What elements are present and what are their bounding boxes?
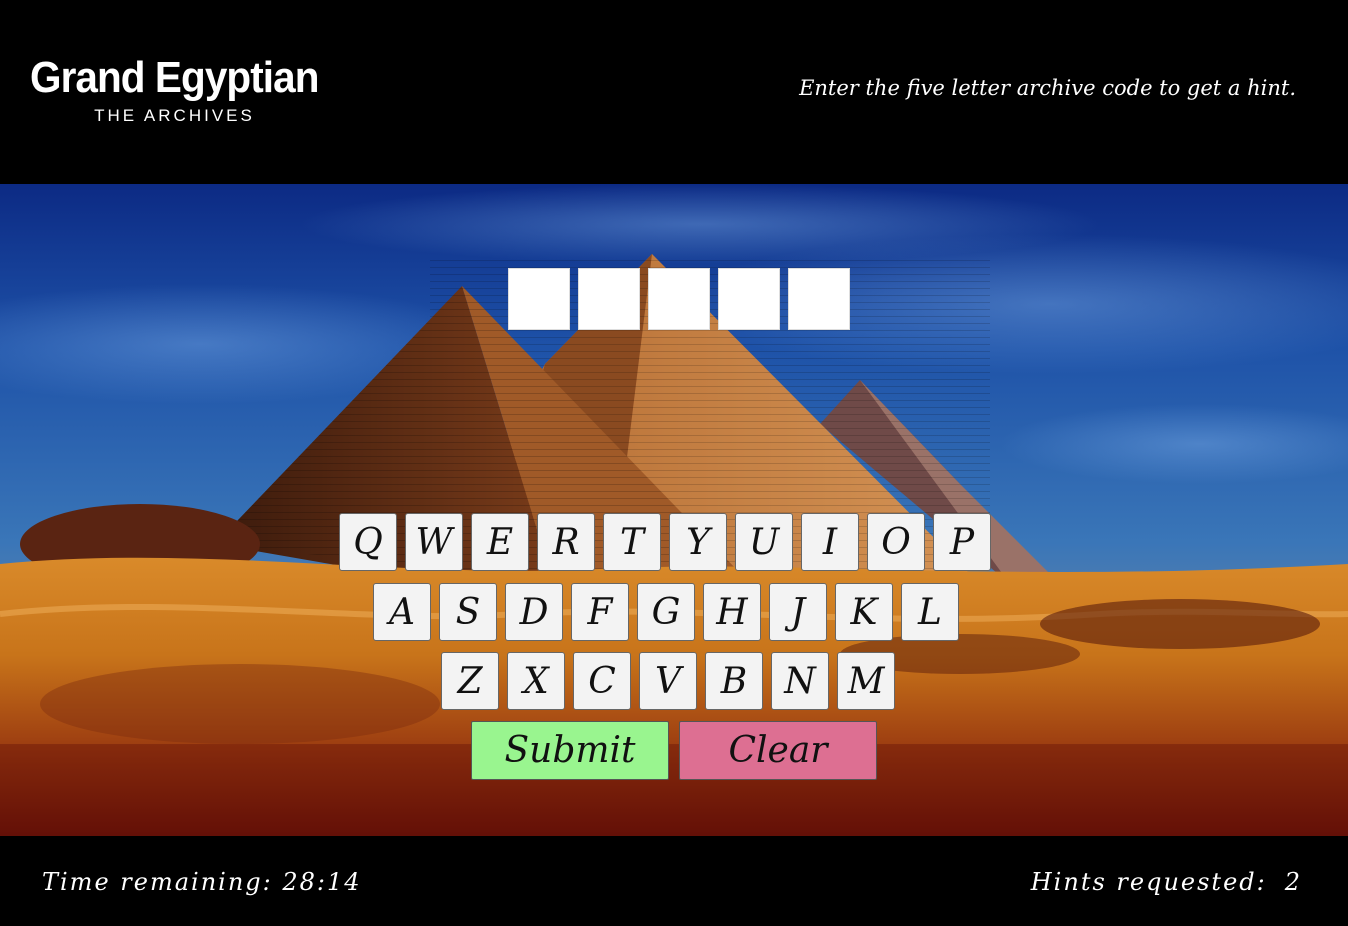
submit-button[interactable]: Submit xyxy=(471,721,669,780)
key-x[interactable]: X xyxy=(507,652,565,710)
code-slot xyxy=(788,268,850,330)
key-g[interactable]: G xyxy=(637,583,695,641)
keyboard-row-1: Q W E R T Y U I O P xyxy=(339,513,991,571)
key-c[interactable]: C xyxy=(573,652,631,710)
clear-button[interactable]: Clear xyxy=(679,721,877,780)
code-entry xyxy=(508,268,850,330)
key-b[interactable]: B xyxy=(705,652,763,710)
brand-title: Grand Egyptian xyxy=(30,53,319,102)
key-t[interactable]: T xyxy=(603,513,661,571)
key-i[interactable]: I xyxy=(801,513,859,571)
keyboard-row-2: A S D F G H J K L xyxy=(373,583,959,641)
instruction-text: Enter the five letter archive code to ge… xyxy=(799,76,1296,100)
code-slot xyxy=(508,268,570,330)
key-z[interactable]: Z xyxy=(441,652,499,710)
key-y[interactable]: Y xyxy=(669,513,727,571)
code-slot xyxy=(578,268,640,330)
brand-logo: Grand Egyptian THE ARCHIVES xyxy=(30,52,325,126)
key-k[interactable]: K xyxy=(835,583,893,641)
footer: Time remaining: 28:14 Hints requested: 2 xyxy=(0,836,1348,926)
key-m[interactable]: M xyxy=(837,652,895,710)
key-l[interactable]: L xyxy=(901,583,959,641)
action-buttons: Submit Clear xyxy=(471,721,877,780)
key-d[interactable]: D xyxy=(505,583,563,641)
brand-subtitle: THE ARCHIVES xyxy=(94,106,255,125)
key-v[interactable]: V xyxy=(639,652,697,710)
key-u[interactable]: U xyxy=(735,513,793,571)
hints-label: Hints requested: xyxy=(1030,868,1267,896)
key-h[interactable]: H xyxy=(703,583,761,641)
key-w[interactable]: W xyxy=(405,513,463,571)
hints-requested: Hints requested: 2 xyxy=(1031,868,1302,896)
key-e[interactable]: E xyxy=(471,513,529,571)
time-remaining: Time remaining: 28:14 xyxy=(42,868,362,896)
hints-count: 2 xyxy=(1284,868,1302,896)
key-p[interactable]: P xyxy=(933,513,991,571)
key-q[interactable]: Q xyxy=(339,513,397,571)
header: Grand Egyptian THE ARCHIVES Enter the fi… xyxy=(0,0,1348,184)
key-n[interactable]: N xyxy=(771,652,829,710)
key-f[interactable]: F xyxy=(571,583,629,641)
key-a[interactable]: A xyxy=(373,583,431,641)
code-slot xyxy=(718,268,780,330)
key-o[interactable]: O xyxy=(867,513,925,571)
key-r[interactable]: R xyxy=(537,513,595,571)
key-s[interactable]: S xyxy=(439,583,497,641)
keyboard-row-3: Z X C V B N M xyxy=(441,652,895,710)
code-slot xyxy=(648,268,710,330)
key-j[interactable]: J xyxy=(769,583,827,641)
